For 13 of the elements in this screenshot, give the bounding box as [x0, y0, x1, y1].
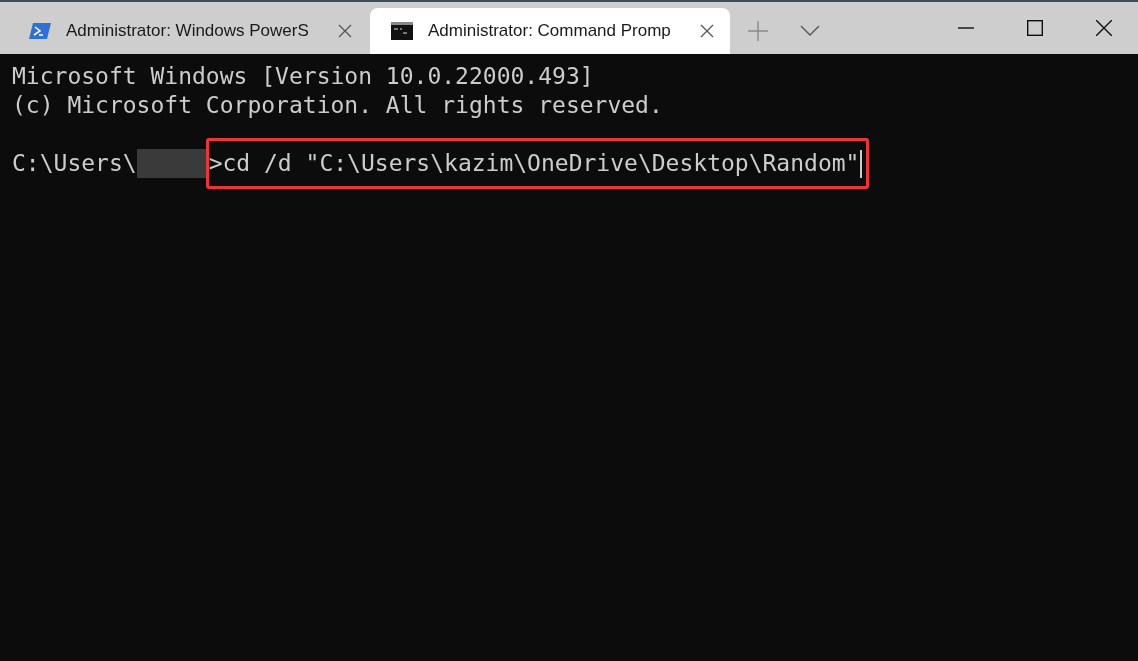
- command-prompt-icon: [390, 19, 414, 43]
- close-icon[interactable]: [1095, 20, 1112, 36]
- prompt-symbol: >: [208, 149, 223, 178]
- terminal-output-line: Microsoft Windows [Version 10.0.22000.493]: [12, 62, 595, 91]
- minimize-icon[interactable]: [957, 27, 974, 29]
- prompt-path: C:\Users\: [12, 149, 137, 178]
- tab[interactable]: Administrator: Command Promp: [370, 8, 730, 54]
- tab[interactable]: Administrator: Windows PowerS: [8, 8, 368, 54]
- maximize-icon[interactable]: [1026, 20, 1043, 36]
- terminal-output-line: (c) Microsoft Corporation. All rights reserved.: [12, 91, 664, 120]
- close-icon[interactable]: [698, 22, 716, 40]
- command-text: cd /d "C:\Users\kazim\OneDrive\Desktop\Random": [222, 149, 860, 178]
- chevron-down-icon[interactable]: [800, 25, 820, 37]
